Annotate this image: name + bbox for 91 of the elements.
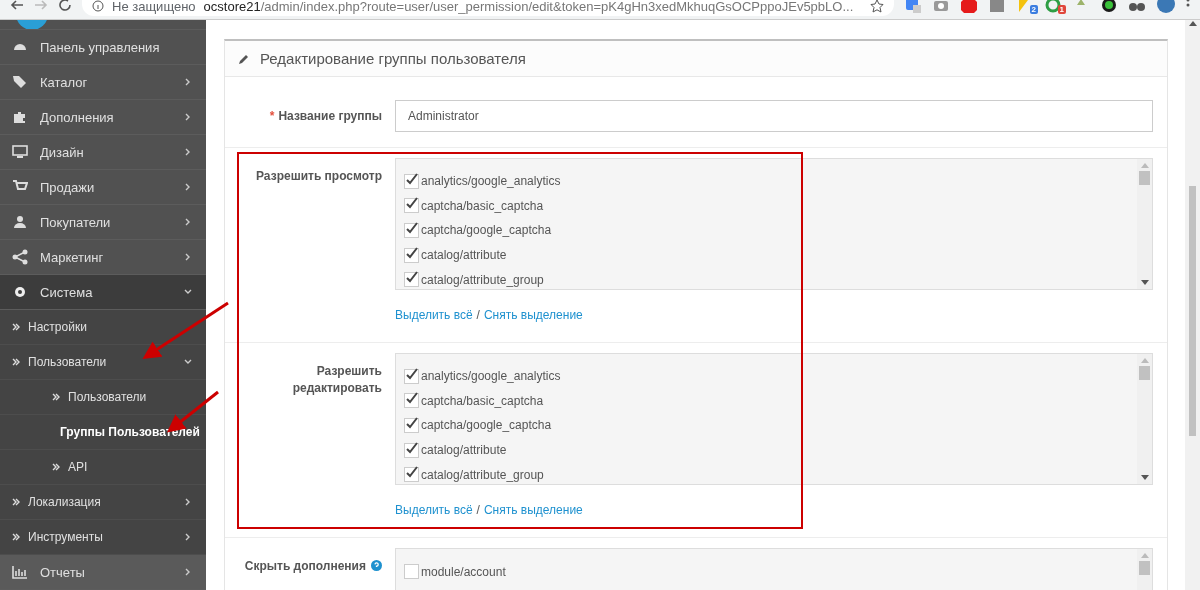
checkbox[interactable] xyxy=(404,393,419,409)
page-scrollbar[interactable] xyxy=(1185,20,1200,590)
extension-badge: 1 xyxy=(1057,5,1066,14)
chevron-icon xyxy=(184,498,192,506)
puzzle-icon xyxy=(12,109,28,125)
chevron-icon xyxy=(184,78,192,86)
star-icon[interactable] xyxy=(870,0,884,13)
extension-icon[interactable] xyxy=(1128,0,1146,13)
checkbox[interactable] xyxy=(404,564,419,579)
list-scrollbar[interactable] xyxy=(1137,159,1152,289)
sidebar-item[interactable]: Отчеты xyxy=(0,555,206,590)
select-all-link[interactable]: Выделить всё xyxy=(395,503,473,517)
checkbox[interactable] xyxy=(404,173,419,189)
chevron-icon xyxy=(184,358,192,366)
double-chevron-icon xyxy=(12,533,20,541)
chevron-icon xyxy=(184,533,192,541)
sidebar-item[interactable]: Пользователи xyxy=(0,380,206,415)
help-icon[interactable] xyxy=(371,560,382,571)
checkbox-label[interactable]: captcha/basic_captcha xyxy=(421,198,544,213)
sidebar-item[interactable]: Настройки xyxy=(0,310,206,345)
checkbox-label[interactable]: analytics/google_analytics xyxy=(421,174,561,189)
checkbox[interactable] xyxy=(404,442,419,458)
scroll-thumb[interactable] xyxy=(1139,561,1150,575)
panel-title: Редактирование группы пользователя xyxy=(260,50,526,67)
extension-icon[interactable] xyxy=(1100,0,1118,13)
share-icon xyxy=(12,249,28,265)
monitor-icon xyxy=(12,144,28,160)
sidebar-item[interactable]: Пользователи xyxy=(0,345,206,380)
checkbox[interactable] xyxy=(404,223,419,238)
double-chevron-icon xyxy=(12,323,20,331)
checkbox-label[interactable]: captcha/google_captcha xyxy=(421,223,552,238)
security-label: Не защищено xyxy=(112,0,196,14)
sidebar-item[interactable]: Группы Пользователей xyxy=(0,415,206,450)
checkbox-label[interactable]: catalog/attribute_group xyxy=(421,467,544,482)
deselect-all-link[interactable]: Снять выделение xyxy=(483,308,583,322)
chevron-icon xyxy=(184,218,192,226)
url-text: ocstore21/admin/index.php?route=user/user_permission/edit&token=pK4gHn3xedMkhuqGsOCPppoJEv5pbLO... xyxy=(203,0,855,14)
info-icon xyxy=(92,0,104,12)
chevron-icon xyxy=(184,288,192,296)
checkbox-label[interactable]: captcha/google_captcha xyxy=(421,418,552,433)
chart-icon xyxy=(12,564,28,580)
checkbox[interactable] xyxy=(404,418,419,433)
checkbox-label[interactable]: catalog/attribute xyxy=(421,248,507,263)
required-mark: * xyxy=(269,109,275,123)
sidebar-item[interactable]: Инструменты xyxy=(0,520,206,555)
double-chevron-icon xyxy=(52,393,60,401)
double-chevron-icon xyxy=(12,498,20,506)
checkbox-label[interactable]: analytics/google_analytics xyxy=(421,369,561,384)
double-chevron-icon xyxy=(12,358,20,366)
field-label: Разрешить редактировать xyxy=(292,364,382,395)
field-label: Название группы xyxy=(278,109,382,123)
chevron-icon xyxy=(184,148,192,156)
checkbox[interactable] xyxy=(404,467,419,483)
checkbox[interactable] xyxy=(404,198,419,214)
checkbox[interactable] xyxy=(404,272,419,288)
profile-avatar[interactable] xyxy=(1156,0,1176,14)
select-all-link[interactable]: Выделить всё xyxy=(395,308,473,322)
list-scrollbar[interactable] xyxy=(1137,354,1152,484)
scroll-thumb[interactable] xyxy=(1139,171,1150,185)
pencil-icon xyxy=(238,52,250,65)
checkbox[interactable] xyxy=(404,247,419,263)
scroll-down-icon[interactable] xyxy=(1140,475,1149,480)
reload-icon[interactable] xyxy=(58,0,72,12)
link-separator: / xyxy=(476,308,480,322)
back-icon[interactable] xyxy=(10,0,24,12)
scroll-thumb[interactable] xyxy=(1139,366,1150,380)
chevron-icon xyxy=(184,568,192,576)
group-name-field[interactable]: Administrator xyxy=(395,100,1153,132)
sidebar-item[interactable]: API xyxy=(0,450,206,485)
gear-icon xyxy=(12,284,28,300)
extension-badge: 2 xyxy=(1029,5,1038,14)
field-label: Разрешить просмотр xyxy=(256,169,382,183)
double-chevron-icon xyxy=(52,463,60,471)
user-icon xyxy=(12,214,28,230)
link-separator: / xyxy=(476,503,480,517)
sidebar-item[interactable]: Локализация xyxy=(0,485,206,520)
scroll-down-icon[interactable] xyxy=(1140,280,1149,285)
deselect-all-link[interactable]: Снять выделение xyxy=(483,503,583,517)
checkbox-label[interactable]: catalog/attribute xyxy=(421,443,507,458)
checkbox-label[interactable]: captcha/basic_captcha xyxy=(421,393,544,408)
sidebar-item[interactable]: Система xyxy=(0,275,206,310)
field-label: Скрыть дополнения xyxy=(244,559,366,573)
chevron-icon xyxy=(184,113,192,121)
scroll-thumb[interactable] xyxy=(1189,186,1196,436)
checkbox[interactable] xyxy=(404,368,419,384)
chevron-icon xyxy=(184,183,192,191)
tag-icon xyxy=(12,74,28,90)
address-bar[interactable]: Не защищено ocstore21/admin/index.php?route=user/user_permission/edit&token=pK4gHn3xedMkhuqGsOCPppoJEv5pbLO... xyxy=(82,0,894,16)
checkbox-label[interactable]: catalog/attribute_group xyxy=(421,272,544,287)
checkbox-label[interactable]: module/account xyxy=(421,564,506,579)
chevron-icon xyxy=(184,253,192,261)
